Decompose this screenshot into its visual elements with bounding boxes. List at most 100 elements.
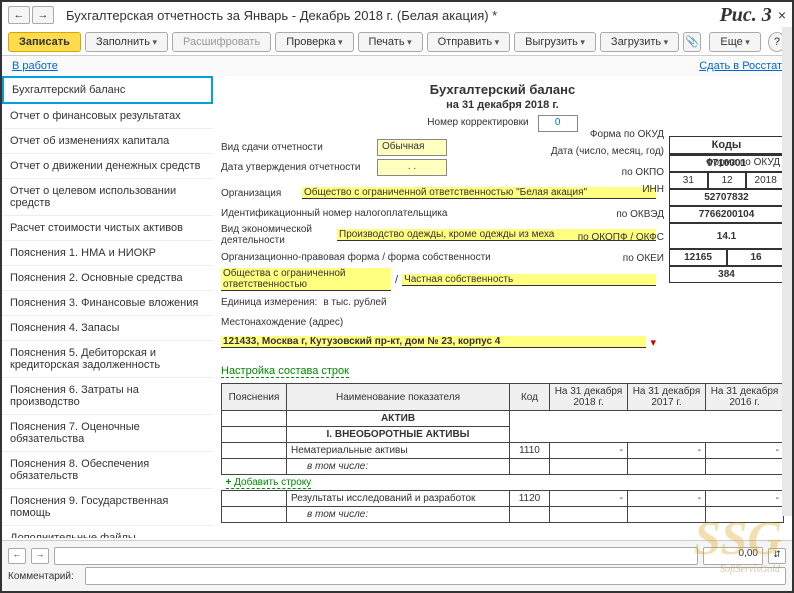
inn-label: Идентификационный номер налогоплательщик… <box>221 208 447 219</box>
table-row[interactable]: в том числе: <box>222 507 784 523</box>
sidebar-item-files[interactable]: Дополнительные файлы <box>2 526 213 538</box>
sidebar-item-note9[interactable]: Пояснения 9. Государственная помощь <box>2 489 213 526</box>
sidebar-item-netassets[interactable]: Расчет стоимости чистых активов <box>2 216 213 241</box>
window-title: Бухгалтерская отчетность за Январь - Дек… <box>66 8 720 23</box>
check-button[interactable]: Проверка <box>275 32 353 52</box>
sidebar-item-note6[interactable]: Пояснения 6. Затраты на производство <box>2 378 213 415</box>
footer-nav-back[interactable]: ← <box>8 548 26 564</box>
send-button[interactable]: Отправить <box>427 32 511 52</box>
okfs-code: 16 <box>727 249 784 266</box>
okei-rlabel: по ОКЕИ <box>534 250 664 267</box>
section-aktiv: АКТИВ <box>287 411 510 427</box>
th-2018: На 31 декабря 2018 г. <box>550 384 628 411</box>
sidebar-item-note2[interactable]: Пояснения 2. Основные средства <box>2 266 213 291</box>
row-code: 1110 <box>510 443 550 459</box>
sidebar-item-cashflow[interactable]: Отчет о движении денежных средств <box>2 154 213 179</box>
attach-button[interactable]: 📎 <box>683 32 701 52</box>
unit-label: Единица измерения: <box>221 297 317 308</box>
approve-date-field[interactable]: . . <box>377 159 447 176</box>
date-m: 12 <box>708 172 747 189</box>
sidebar-item-note5[interactable]: Пояснения 5. Дебиторская и кредиторская … <box>2 341 213 378</box>
okved-code[interactable]: 14.1 <box>669 223 784 249</box>
decode-button[interactable]: Расшифровать <box>172 32 271 52</box>
th-name: Наименование показателя <box>287 384 510 411</box>
row-v16[interactable]: - <box>706 491 784 507</box>
th-2017: На 31 декабря 2017 г. <box>628 384 706 411</box>
codes-header: Коды <box>670 137 783 154</box>
figure-label: Рис. 3 <box>720 4 772 27</box>
download-button[interactable]: Загрузить <box>600 32 679 52</box>
subsection-1: I. ВНЕОБОРОТНЫЕ АКТИВЫ <box>287 427 510 443</box>
scrollbar[interactable] <box>782 27 792 516</box>
corr-num-label: Номер корректировки <box>427 117 528 128</box>
orgform1-field[interactable]: Общества с ограниченной ответственностью <box>221 268 391 291</box>
save-button[interactable]: Записать <box>8 32 81 52</box>
inn-rlabel: ИНН <box>534 181 664 198</box>
sidebar: Бухгалтерский баланс Отчет о финансовых … <box>2 76 213 538</box>
addr-label: Местонахождение (адрес) <box>221 317 343 328</box>
print-button[interactable]: Печать <box>358 32 423 52</box>
date-rlabel: Дата (число, месяц, год) <box>534 143 664 160</box>
addr-dropdown-icon[interactable]: ▾ <box>646 336 656 349</box>
footer-num-input[interactable]: 0,00 <box>703 547 763 565</box>
submit-type-label: Вид сдачи отчетности <box>221 142 371 153</box>
okud-rlabel: Форма по ОКУД <box>534 126 664 143</box>
okei-code: 384 <box>669 266 784 283</box>
doc-title: Бухгалтерский баланс <box>221 82 784 97</box>
upload-button[interactable]: Выгрузить <box>514 32 596 52</box>
row-v17[interactable]: - <box>628 443 706 459</box>
th-2016: На 31 декабря 2016 г. <box>706 384 784 411</box>
footer-search-input[interactable] <box>54 547 698 565</box>
okpo-code: 52707832 <box>669 189 784 206</box>
sidebar-item-note3[interactable]: Пояснения 3. Финансовые вложения <box>2 291 213 316</box>
submit-rosstat-link[interactable]: Сдать в Росстат <box>699 60 782 72</box>
sidebar-item-note8[interactable]: Пояснения 8. Обеспечения обязательств <box>2 452 213 489</box>
approve-date-label: Дата утверждения отчетности <box>221 162 371 173</box>
nav-back-button[interactable]: ← <box>8 6 30 24</box>
sidebar-item-note4[interactable]: Пояснения 4. Запасы <box>2 316 213 341</box>
table-row[interactable]: в том числе: <box>222 459 784 475</box>
comment-input[interactable] <box>85 567 786 585</box>
inn-code: 7766200104 <box>669 206 784 223</box>
codes-panel: Коды Форма по ОКУД 0710001 31 12 2018 52… <box>669 136 784 353</box>
row-name: в том числе: <box>287 507 510 523</box>
row-v18[interactable]: - <box>550 491 628 507</box>
okopf-rlabel: по ОКОПФ / ОКФС <box>534 229 664 246</box>
row-name: Результаты исследований и разработок <box>287 491 510 507</box>
comment-label: Комментарий: <box>8 571 74 582</box>
row-name: в том числе: <box>287 459 510 475</box>
nav-forward-button[interactable]: → <box>32 6 54 24</box>
addr-field[interactable]: 121433, Москва г, Кутузовский пр-кт, дом… <box>221 336 646 348</box>
org-label: Организация <box>221 188 296 199</box>
table-row[interactable]: Результаты исследований и разработок 112… <box>222 491 784 507</box>
table-row[interactable]: Нематериальные активы 1110 - - - <box>222 443 784 459</box>
date-d: 31 <box>669 172 708 189</box>
okpo-rlabel: по ОКПО <box>534 164 664 181</box>
sidebar-item-capital[interactable]: Отчет об изменениях капитала <box>2 129 213 154</box>
row-v16[interactable]: - <box>706 443 784 459</box>
more-button[interactable]: Еще <box>709 32 760 52</box>
row-v17[interactable]: - <box>628 491 706 507</box>
th-notes: Пояснения <box>222 384 287 411</box>
status-inwork-link[interactable]: В работе <box>12 60 58 72</box>
submit-type-field[interactable]: Обычная <box>377 139 447 156</box>
th-code: Код <box>510 384 550 411</box>
config-rows-link[interactable]: Настройка состава строк <box>221 365 349 378</box>
orgform2-field[interactable]: Частная собственность <box>402 274 656 286</box>
sidebar-item-note7[interactable]: Пояснения 7. Оценочные обязательства <box>2 415 213 452</box>
row-v18[interactable]: - <box>550 443 628 459</box>
footer-updown-button[interactable]: ⇵ <box>768 548 786 564</box>
sidebar-item-finresults[interactable]: Отчет о финансовых результатах <box>2 104 213 129</box>
footer-nav-fwd[interactable]: → <box>31 548 49 564</box>
date-y: 2018 <box>746 172 784 189</box>
fill-button[interactable]: Заполнить <box>85 32 168 52</box>
row-code: 1120 <box>510 491 550 507</box>
sidebar-item-targetuse[interactable]: Отчет о целевом использовании средств <box>2 179 213 216</box>
sidebar-item-note1[interactable]: Пояснения 1. НМА и НИОКР <box>2 241 213 266</box>
row-name: Нематериальные активы <box>287 443 510 459</box>
orgform-label: Организационно-правовая форма / форма со… <box>221 252 491 263</box>
sidebar-item-balance[interactable]: Бухгалтерский баланс <box>2 76 213 104</box>
add-row-link[interactable]: Добавить строку <box>226 477 312 489</box>
close-button[interactable]: × <box>778 7 786 23</box>
activity-label: Вид экономической деятельности <box>221 224 331 246</box>
